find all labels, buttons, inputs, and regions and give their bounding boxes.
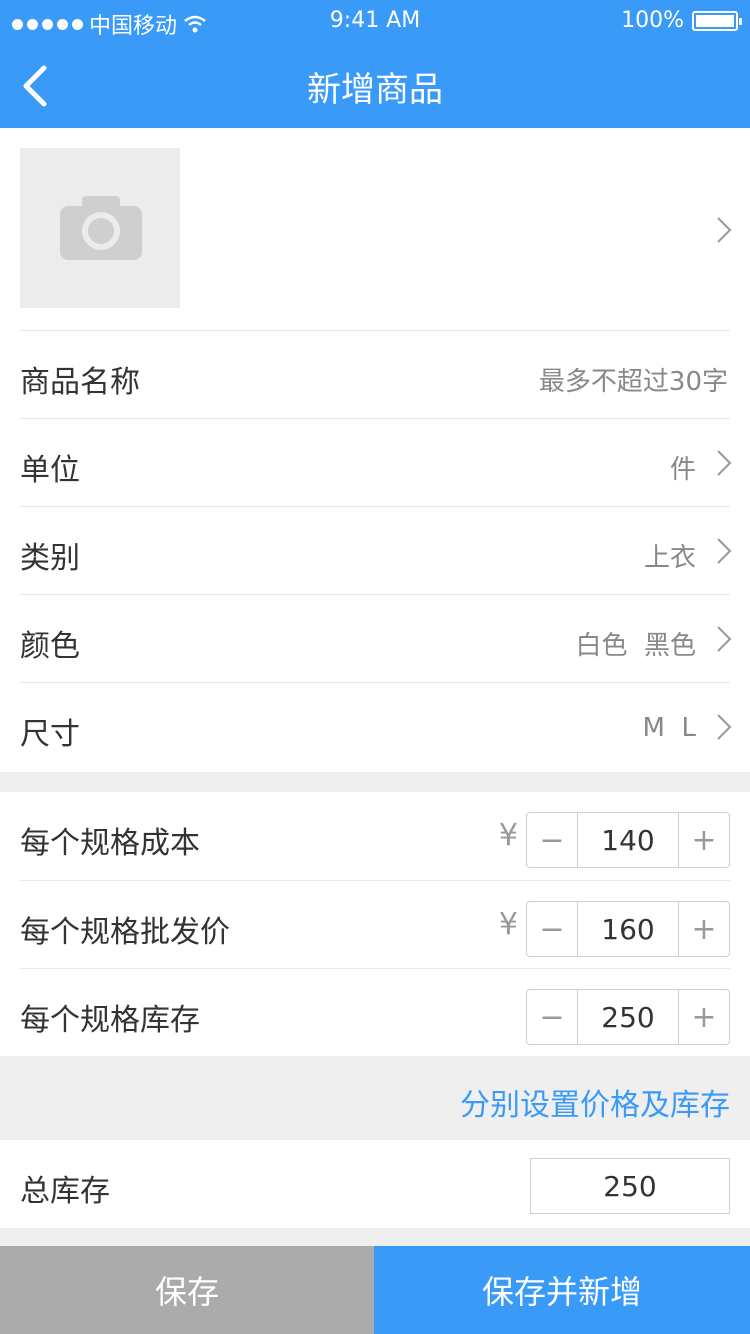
photo-placeholder[interactable] — [20, 148, 180, 308]
stock-label: 每个规格库存 — [20, 1003, 200, 1038]
cost-label: 每个规格成本 — [20, 826, 200, 861]
footer-actions: 保存 保存并新增 — [0, 1246, 750, 1334]
pricing-section: 每个规格成本 ¥ − 140 + 每个规格批发价 ¥ − 160 + 每个规格库… — [0, 792, 750, 1056]
cost-input[interactable]: 140 — [577, 813, 679, 867]
unit-value: 件 — [669, 455, 696, 485]
color-row[interactable]: 颜色 白色 黑色 — [20, 594, 732, 682]
wholesale-label: 每个规格批发价 — [20, 915, 230, 950]
name-row[interactable]: 商品名称 最多不超过30字 — [20, 330, 730, 418]
increment-button[interactable]: + — [679, 813, 729, 867]
size-label: 尺寸 — [20, 717, 80, 752]
cost-stepper: − 140 + — [526, 812, 730, 868]
increment-button[interactable]: + — [679, 990, 729, 1044]
size-row[interactable]: 尺寸 M L — [20, 682, 732, 770]
currency-symbol: ¥ — [498, 907, 518, 942]
stock-row: 每个规格库存 − 250 + — [20, 968, 730, 1056]
nav-header: 中国移动 9:41 AM 100% 新增商品 — [0, 0, 750, 128]
chevron-right-icon — [717, 217, 732, 243]
decrement-button[interactable]: − — [527, 990, 577, 1044]
wholesale-row: 每个规格批发价 ¥ − 160 + — [20, 880, 730, 968]
chevron-right-icon — [717, 450, 732, 476]
product-fields: 商品名称 最多不超过30字 单位 件 类别 上衣 颜色 白色 黑色 尺寸 M L — [0, 330, 750, 772]
size-value: M L — [642, 713, 696, 743]
chevron-right-icon — [717, 626, 732, 652]
save-button[interactable]: 保存 — [0, 1246, 374, 1334]
category-row[interactable]: 类别 上衣 — [20, 506, 732, 594]
chevron-right-icon — [717, 538, 732, 564]
status-bar: 中国移动 9:41 AM 100% — [0, 0, 750, 44]
chevron-right-icon — [717, 714, 732, 740]
photo-picker[interactable] — [0, 128, 750, 330]
camera-icon — [60, 196, 142, 260]
total-row: 总库存 250 — [20, 1140, 730, 1228]
page-title: 新增商品 — [307, 70, 443, 110]
save-and-new-button[interactable]: 保存并新增 — [374, 1246, 750, 1334]
wholesale-input[interactable]: 160 — [577, 902, 679, 956]
battery-icon — [692, 10, 742, 31]
category-label: 类别 — [20, 541, 80, 576]
total-label: 总库存 — [20, 1174, 110, 1209]
color-value: 白色 黑色 — [575, 631, 696, 661]
wholesale-stepper: − 160 + — [526, 901, 730, 957]
battery-group: 100% — [621, 8, 742, 33]
color-label: 颜色 — [20, 629, 80, 664]
currency-symbol: ¥ — [498, 818, 518, 853]
name-label: 商品名称 — [20, 365, 140, 400]
stock-input[interactable]: 250 — [577, 990, 679, 1044]
battery-percent: 100% — [621, 8, 684, 33]
category-value: 上衣 — [643, 543, 696, 573]
unit-row[interactable]: 单位 件 — [20, 418, 732, 506]
total-stock-field[interactable]: 250 — [530, 1158, 730, 1214]
separate-setting-link[interactable]: 分别设置价格及库存 — [460, 1080, 730, 1124]
decrement-button[interactable]: − — [527, 902, 577, 956]
name-input[interactable]: 最多不超过30字 — [539, 361, 728, 398]
unit-label: 单位 — [20, 453, 80, 488]
increment-button[interactable]: + — [679, 902, 729, 956]
stock-stepper: − 250 + — [526, 989, 730, 1045]
cost-row: 每个规格成本 ¥ − 140 + — [20, 792, 730, 880]
total-stock-section: 总库存 250 — [0, 1140, 750, 1228]
decrement-button[interactable]: − — [527, 813, 577, 867]
